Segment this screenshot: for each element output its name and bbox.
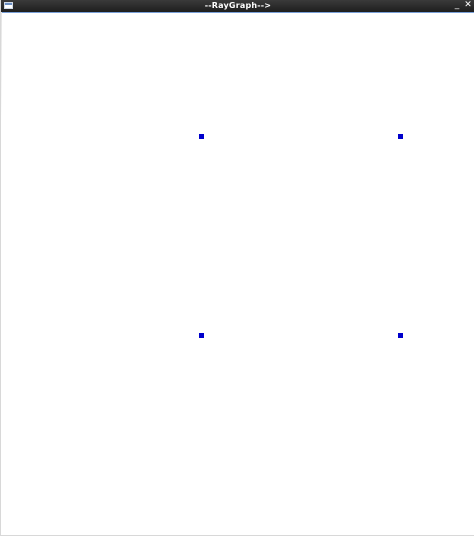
graph-canvas[interactable] bbox=[2, 12, 474, 535]
graph-node[interactable] bbox=[398, 134, 403, 139]
graph-node[interactable] bbox=[199, 134, 204, 139]
graph-node[interactable] bbox=[398, 333, 403, 338]
graph-node[interactable] bbox=[199, 333, 204, 338]
minimize-button[interactable]: _ bbox=[452, 0, 462, 12]
app-window: --RayGraph--> _ ✕ bbox=[0, 0, 474, 536]
title-bar[interactable]: --RayGraph--> _ ✕ bbox=[1, 0, 474, 12]
window-title: --RayGraph--> bbox=[204, 1, 272, 10]
close-button[interactable]: ✕ bbox=[463, 0, 473, 12]
